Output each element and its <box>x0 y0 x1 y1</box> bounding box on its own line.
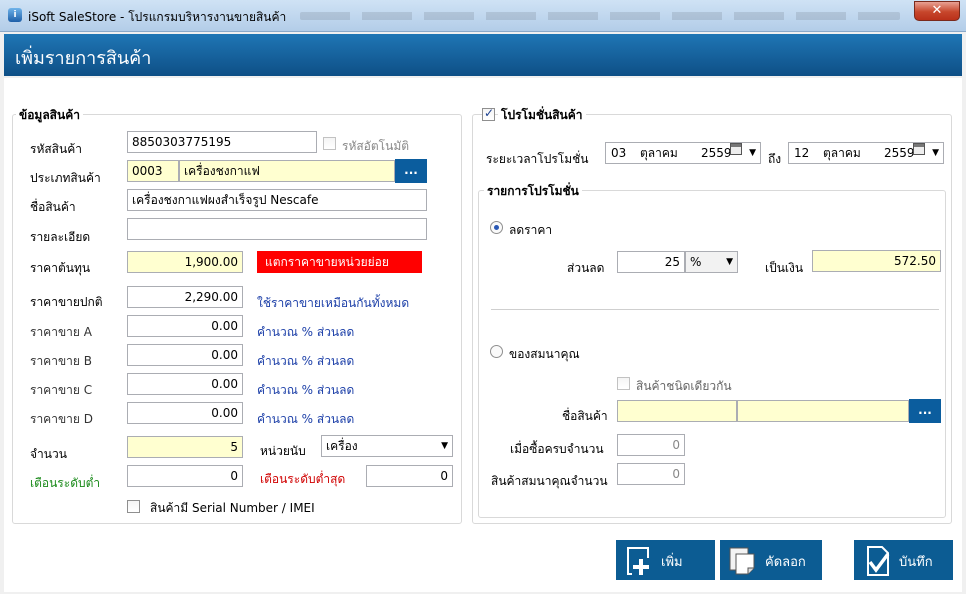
min-lowest-label: เตือนระดับต่ำสุด <box>260 472 346 486</box>
add-button-label: เพิ่ม <box>661 555 683 570</box>
window-title: iSoft SaleStore - โปรแกรมบริหารงานขายสิน… <box>28 10 287 24</box>
serial-number-checkbox[interactable] <box>127 500 140 513</box>
calendar-icon[interactable] <box>913 143 925 155</box>
price-a-input[interactable]: 0.00 <box>127 315 243 337</box>
copy-icon <box>729 547 755 575</box>
unit-price-warning-badge[interactable]: แตกราคาขายหน่วยย่อย <box>257 251 422 273</box>
to-year: 2559 <box>884 146 915 160</box>
gift-radio[interactable] <box>490 345 503 358</box>
same-item-label: สินค้าชนิดเดียวกัน <box>636 379 732 393</box>
promo-from-date[interactable]: 03 ตุลาคม 2559 ▼ <box>605 142 761 164</box>
promotion-list-legend: รายการโปรโมชั่น <box>484 182 582 201</box>
calendar-icon[interactable] <box>730 143 742 155</box>
page-header: เพิ่มรายการสินค้า <box>4 34 962 76</box>
discount-unit-value: % <box>690 255 702 269</box>
calc-discount-a-link[interactable]: คำนวณ % ส่วนลด <box>257 323 354 342</box>
price-b-label: ราคาขาย B <box>30 354 92 368</box>
discount-input[interactable]: 25 <box>617 251 685 273</box>
add-document-icon <box>627 547 650 576</box>
gift-qty-input[interactable]: 0 <box>617 463 685 485</box>
product-code-label: รหัสสินค้า <box>30 142 82 156</box>
blurred-menu-strip <box>300 12 900 20</box>
form-content: ข้อมูลสินค้า รหัสสินค้า 8850303775195 รห… <box>4 78 962 592</box>
price-c-label: ราคาขาย C <box>30 383 93 397</box>
from-year: 2559 <box>701 146 732 160</box>
add-button[interactable]: เพิ่ม <box>616 540 715 580</box>
category-label: ประเภทสินค้า <box>30 171 101 185</box>
price-b-input[interactable]: 0.00 <box>127 344 243 366</box>
app-icon: i <box>8 8 22 22</box>
cost-label: ราคาต้นทุน <box>30 261 91 275</box>
quantity-label: จำนวน <box>30 447 67 461</box>
product-code-input[interactable]: 8850303775195 <box>127 131 317 153</box>
gift-product-label: ชื่อสินค้า <box>562 409 608 423</box>
min-lowest-input[interactable]: 0 <box>366 465 453 487</box>
gift-option-label: ของสมนาคุณ <box>509 347 580 361</box>
to-month: ตุลาคม <box>823 146 861 160</box>
category-code-input[interactable]: 0003 <box>127 160 179 182</box>
quantity-input[interactable]: 5 <box>127 436 243 458</box>
from-month: ตุลาคม <box>640 146 678 160</box>
category-name-input[interactable]: เครื่องชงกาแฟ <box>179 160 395 182</box>
discount-unit-select[interactable]: % ▼ <box>685 251 738 273</box>
same-item-checkbox[interactable] <box>617 377 630 390</box>
same-price-link[interactable]: ใช้ราคาขายเหมือนกันทั้งหมด <box>257 294 409 313</box>
calc-discount-d-link[interactable]: คำนวณ % ส่วนลด <box>257 410 354 429</box>
serial-number-label: สินค้ามี Serial Number / IMEI <box>150 501 315 515</box>
product-info-legend: ข้อมูลสินค้า <box>16 106 83 125</box>
category-browse-button[interactable]: ... <box>395 159 427 183</box>
min-alert-label: เตือนระดับต่ำ <box>30 476 101 490</box>
save-check-icon <box>867 546 890 576</box>
promotion-checkbox[interactable] <box>482 106 495 121</box>
chevron-down-icon: ▼ <box>441 441 448 451</box>
chevron-down-icon: ▼ <box>726 257 733 267</box>
discount-radio[interactable] <box>490 221 503 234</box>
calc-discount-c-link[interactable]: คำนวณ % ส่วนลด <box>257 381 354 400</box>
save-button[interactable]: บันทึก <box>854 540 953 580</box>
promotion-divider <box>491 309 939 310</box>
when-buy-label: เมื่อซื้อครบจำนวน <box>510 442 604 456</box>
page-title: เพิ่มรายการสินค้า <box>15 48 152 69</box>
price-d-label: ราคาขาย D <box>30 412 93 426</box>
window-close-button[interactable]: ✕ <box>914 1 960 21</box>
as-money-label: เป็นเงิน <box>765 261 804 275</box>
promo-to-date[interactable]: 12 ตุลาคม 2559 ▼ <box>788 142 944 164</box>
promotion-legend: โปรโมชั่นสินค้า <box>498 106 586 125</box>
auto-code-checkbox[interactable] <box>323 137 336 150</box>
normal-price-label: ราคาขายปกติ <box>30 295 103 309</box>
product-detail-label: รายละเอียด <box>30 230 91 244</box>
chevron-down-icon: ▼ <box>932 148 939 158</box>
when-buy-input[interactable]: 0 <box>617 434 685 456</box>
promo-period-label: ระยะเวลาโปรโมชั่น <box>486 152 589 166</box>
price-c-input[interactable]: 0.00 <box>127 373 243 395</box>
auto-code-label: รหัสอัตโนมัติ <box>342 139 410 153</box>
normal-price-input[interactable]: 2,290.00 <box>127 286 243 308</box>
discount-label: ส่วนลด <box>567 261 605 275</box>
unit-label: หน่วยนับ <box>260 444 306 458</box>
gift-product-name-input[interactable] <box>737 400 909 422</box>
gift-product-code-input[interactable] <box>617 400 737 422</box>
min-alert-input[interactable]: 0 <box>127 465 243 487</box>
gift-product-browse-button[interactable]: ... <box>909 399 941 423</box>
as-money-input[interactable]: 572.50 <box>812 250 941 272</box>
product-detail-input[interactable] <box>127 218 427 240</box>
gift-qty-label: สินค้าสมนาคุณจำนวน <box>491 474 608 488</box>
save-button-label: บันทึก <box>899 555 933 570</box>
calc-discount-b-link[interactable]: คำนวณ % ส่วนลด <box>257 352 354 371</box>
window-titlebar: i iSoft SaleStore - โปรแกรมบริหารงานขายส… <box>0 0 966 32</box>
price-a-label: ราคาขาย A <box>30 325 92 339</box>
unit-select[interactable]: เครื่อง ▼ <box>321 435 453 457</box>
to-day: 12 <box>794 146 810 160</box>
promo-to-label: ถึง <box>768 152 782 166</box>
unit-select-value: เครื่อง <box>326 439 358 453</box>
price-d-input[interactable]: 0.00 <box>127 402 243 424</box>
product-name-input[interactable]: เครื่องชงกาแฟผงสำเร็จรูป Nescafe <box>127 189 427 211</box>
from-day: 03 <box>611 146 627 160</box>
chevron-down-icon: ▼ <box>749 148 756 158</box>
copy-button[interactable]: คัดลอก <box>720 540 822 580</box>
cost-input[interactable]: 1,900.00 <box>127 251 243 273</box>
discount-option-label: ลดราคา <box>509 223 553 237</box>
product-name-label: ชื่อสินค้า <box>30 200 76 214</box>
copy-button-label: คัดลอก <box>765 555 806 570</box>
